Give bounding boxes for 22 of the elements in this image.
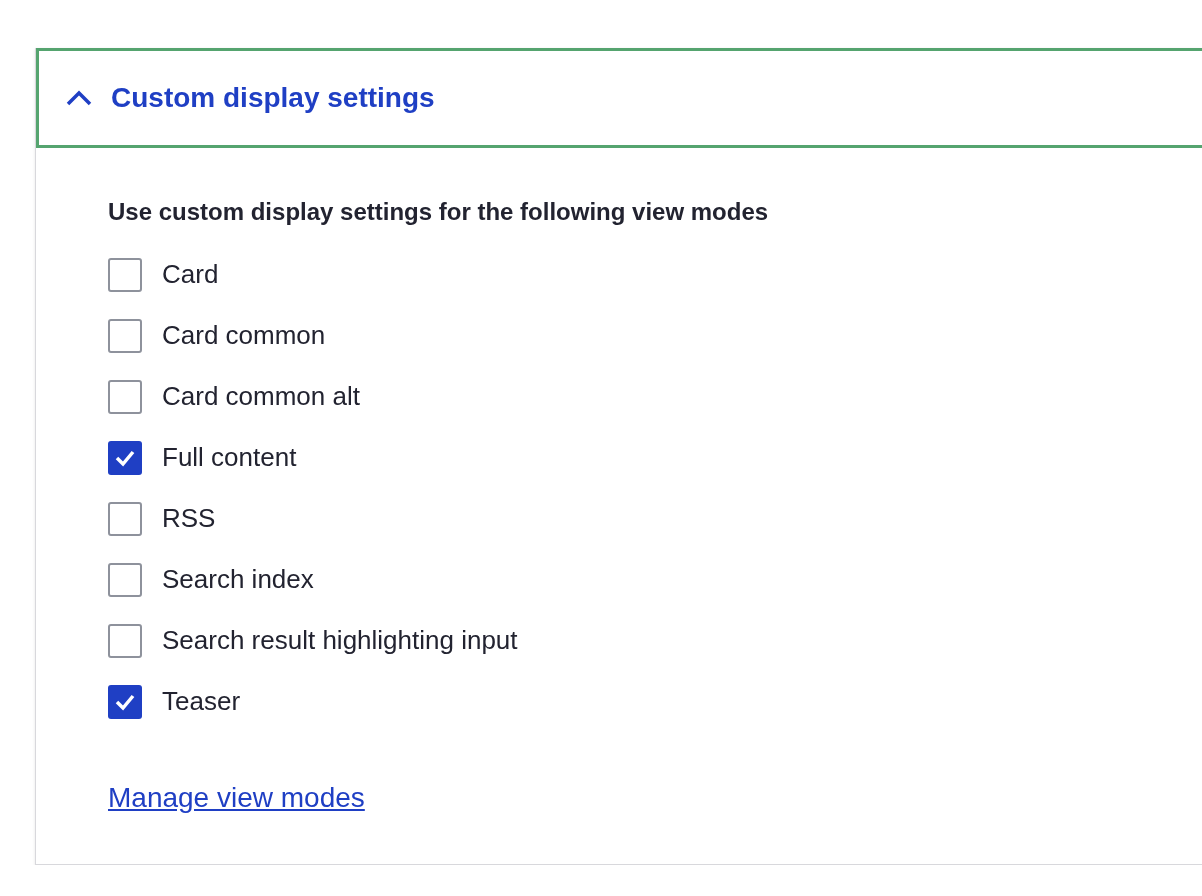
checkbox-label[interactable]: Teaser — [162, 686, 241, 717]
checkbox-label[interactable]: Search result highlighting input — [162, 625, 518, 656]
details-summary[interactable]: Custom display settings — [36, 48, 1202, 148]
checkbox[interactable] — [108, 623, 142, 658]
checkbox-label[interactable]: Card common alt — [162, 381, 360, 412]
checkbox[interactable] — [108, 318, 142, 353]
chevron-up-icon — [65, 90, 93, 106]
checkbox-label[interactable]: RSS — [162, 503, 216, 534]
checkbox-label[interactable]: Search index — [162, 564, 314, 595]
checkbox[interactable] — [108, 379, 142, 414]
checkbox[interactable] — [108, 440, 142, 475]
checkbox[interactable] — [108, 562, 142, 597]
checkbox-label[interactable]: Card — [162, 259, 219, 290]
checkmark-icon — [114, 692, 136, 711]
checkbox[interactable] — [108, 684, 142, 719]
checkbox[interactable] — [108, 257, 142, 292]
manage-view-modes-link[interactable]: Manage view modes — [108, 782, 365, 814]
checkbox[interactable] — [108, 501, 142, 536]
checkbox-label[interactable]: Full content — [162, 442, 297, 473]
checkmark-icon — [114, 448, 136, 467]
fieldset-legend: Use custom display settings for the following view modes — [108, 198, 1202, 226]
checkbox-label[interactable]: Card common — [162, 320, 326, 351]
